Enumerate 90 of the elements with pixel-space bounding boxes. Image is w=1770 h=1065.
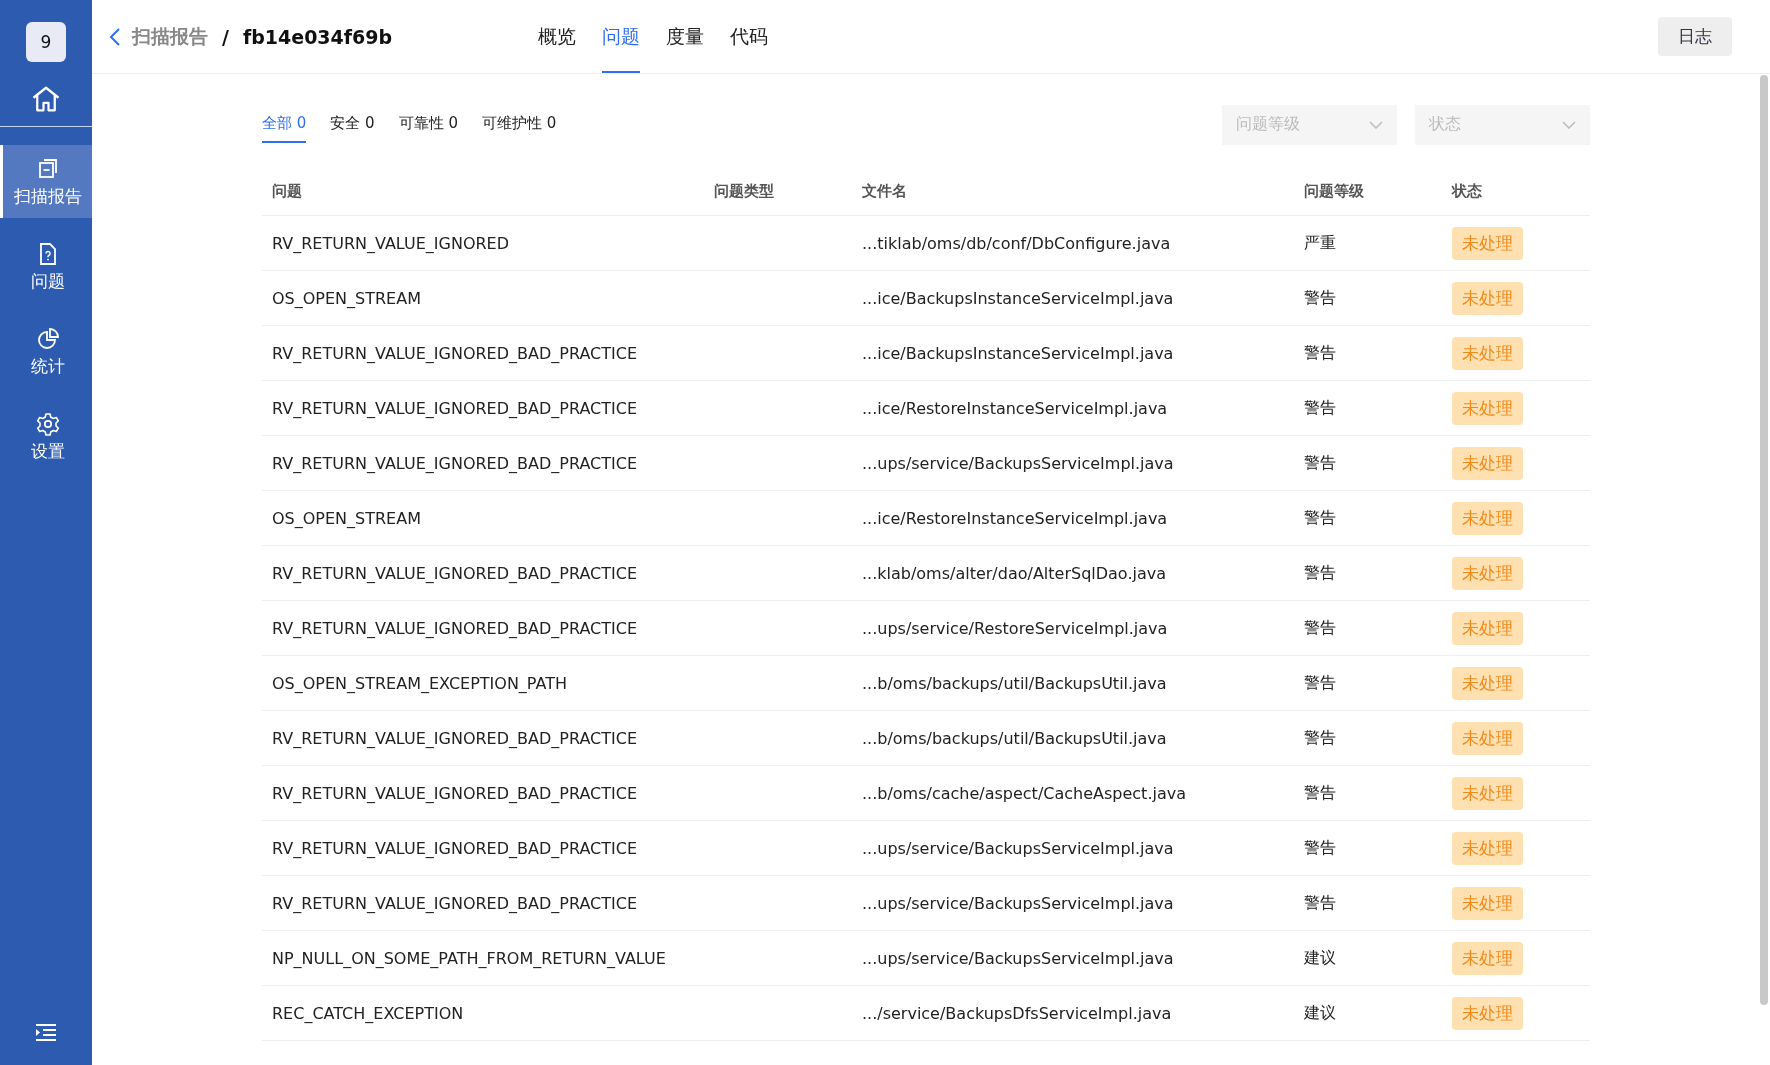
file-cell: ...ups/service/RestoreServiceImpl.java	[852, 601, 1294, 656]
issue-cell: RV_RETURN_VALUE_IGNORED_BAD_PRACTICE	[262, 546, 704, 601]
file-cell: ...ice/BackupsInstanceServiceImpl.java	[852, 326, 1294, 381]
issue-cell: NP_NULL_ON_SOME_PATH_FROM_RETURN_VALUE	[262, 931, 704, 986]
status-tag: 未处理	[1452, 391, 1523, 425]
column-header: 问题	[262, 167, 704, 216]
status-tag: 未处理	[1452, 281, 1523, 315]
status-tag: 未处理	[1452, 226, 1523, 260]
log-button[interactable]: 日志	[1658, 17, 1732, 56]
level-cell: 警告	[1294, 601, 1442, 656]
chevron-down-icon	[1369, 120, 1383, 129]
file-cell: ...ups/service/BackupsServiceImpl.java	[852, 876, 1294, 931]
status-tag: 未处理	[1452, 941, 1523, 975]
breadcrumb-link[interactable]: 扫描报告	[132, 23, 208, 50]
file-cell: ...ice/BackupsInstanceServiceImpl.java	[852, 271, 1294, 326]
pie-chart-icon	[35, 327, 60, 351]
issue-cell: OS_OPEN_STREAM	[262, 271, 704, 326]
breadcrumb-current: fb14e034f69b	[242, 25, 393, 48]
issue-cell: RV_RETURN_VALUE_IGNORED_BAD_PRACTICE	[262, 876, 704, 931]
level-cell: 建议	[1294, 931, 1442, 986]
chevron-down-icon	[1562, 120, 1576, 129]
column-header: 问题类型	[704, 167, 852, 216]
category-tab[interactable]: 安全 0	[330, 106, 375, 143]
file-cell: .../service/BackupsDfsServiceImpl.java	[852, 986, 1294, 1041]
file-cell: ...ups/service/BackupsServiceImpl.java	[852, 436, 1294, 491]
issue-cell: REC_CATCH_EXCEPTION	[262, 986, 704, 1041]
level-cell: 严重	[1294, 216, 1442, 271]
issue-cell: RV_RETURN_VALUE_IGNORED_BAD_PRACTICE	[262, 766, 704, 821]
issue-cell: RV_RETURN_VALUE_IGNORED_BAD_PRACTICE	[262, 381, 704, 436]
level-cell: 警告	[1294, 711, 1442, 766]
issue-cell: RV_RETURN_VALUE_IGNORED_BAD_PRACTICE	[262, 601, 704, 656]
status-tag: 未处理	[1452, 336, 1523, 370]
file-cell: ...b/oms/backups/util/BackupsUtil.java	[852, 711, 1294, 766]
status-tag: 未处理	[1452, 501, 1523, 535]
tab[interactable]: 概览	[538, 0, 576, 73]
status-tag: 未处理	[1452, 666, 1523, 700]
column-header: 文件名	[852, 167, 1294, 216]
file-cell: ...ice/RestoreInstanceServiceImpl.java	[852, 491, 1294, 546]
home-icon[interactable]	[31, 84, 61, 114]
settings-icon	[35, 412, 60, 436]
category-tab[interactable]: 可维护性 0	[482, 106, 557, 143]
back-icon[interactable]	[108, 26, 122, 47]
issue-cell: RV_RETURN_VALUE_IGNORED_BAD_PRACTICE	[262, 436, 704, 491]
column-header: 问题等级	[1294, 167, 1442, 216]
level-cell: 警告	[1294, 491, 1442, 546]
level-cell: 警告	[1294, 436, 1442, 491]
sidebar-item[interactable]: 问题	[0, 230, 92, 303]
issue-cell: OS_OPEN_STREAM	[262, 491, 704, 546]
file-cell: ...b/oms/backups/util/BackupsUtil.java	[852, 656, 1294, 711]
file-cell: ...ice/RestoreInstanceServiceImpl.java	[852, 381, 1294, 436]
sidebar-item[interactable]: 设置	[0, 400, 92, 473]
issue-cell: OS_OPEN_STREAM_EXCEPTION_PATH	[262, 656, 704, 711]
workspace-badge[interactable]: 9	[26, 22, 66, 62]
level-cell: 警告	[1294, 766, 1442, 821]
breadcrumb-separator: /	[222, 25, 229, 48]
status-tag: 未处理	[1452, 996, 1523, 1030]
status-tag: 未处理	[1452, 776, 1523, 810]
sidebar-item[interactable]: 统计	[0, 315, 92, 388]
menu-icon[interactable]	[34, 1023, 58, 1043]
issue-cell: RV_RETURN_VALUE_IGNORED_BAD_PRACTICE	[262, 711, 704, 766]
status-tag: 未处理	[1452, 556, 1523, 590]
level-cell: 建议	[1294, 986, 1442, 1041]
file-cell: ...b/oms/cache/aspect/CacheAspect.java	[852, 766, 1294, 821]
level-cell: 警告	[1294, 326, 1442, 381]
issue-cell: RV_RETURN_VALUE_IGNORED_BAD_PRACTICE	[262, 821, 704, 876]
file-cell: ...ups/service/BackupsServiceImpl.java	[852, 821, 1294, 876]
level-cell: 警告	[1294, 656, 1442, 711]
status-tag: 未处理	[1452, 611, 1523, 645]
tab[interactable]: 代码	[730, 0, 768, 73]
category-tab[interactable]: 可靠性 0	[398, 106, 458, 143]
sidebar-item[interactable]: 扫描报告	[0, 145, 92, 218]
category-tab[interactable]: 全部 0	[262, 106, 307, 143]
file-cell: ...ups/service/BackupsServiceImpl.java	[852, 931, 1294, 986]
status-tag: 未处理	[1452, 446, 1523, 480]
file-cell: ...tiklab/oms/db/conf/DbConfigure.java	[852, 216, 1294, 271]
status-tag: 未处理	[1452, 831, 1523, 865]
level-cell: 警告	[1294, 381, 1442, 436]
issue-cell: RV_RETURN_VALUE_IGNORED	[262, 216, 704, 271]
tab[interactable]: 度量	[666, 0, 704, 73]
level-cell: 警告	[1294, 876, 1442, 931]
issue-cell: RV_RETURN_VALUE_IGNORED_BAD_PRACTICE	[262, 326, 704, 381]
scrollbar[interactable]	[1760, 75, 1768, 1005]
column-header: 状态	[1442, 167, 1590, 216]
level-cell: 警告	[1294, 271, 1442, 326]
status-tag: 未处理	[1452, 886, 1523, 920]
level-cell: 警告	[1294, 546, 1442, 601]
file-cell: ...klab/oms/alter/dao/AlterSqlDao.java	[852, 546, 1294, 601]
status-tag: 未处理	[1452, 721, 1523, 755]
tab[interactable]: 问题	[602, 0, 640, 73]
level-cell: 警告	[1294, 821, 1442, 876]
